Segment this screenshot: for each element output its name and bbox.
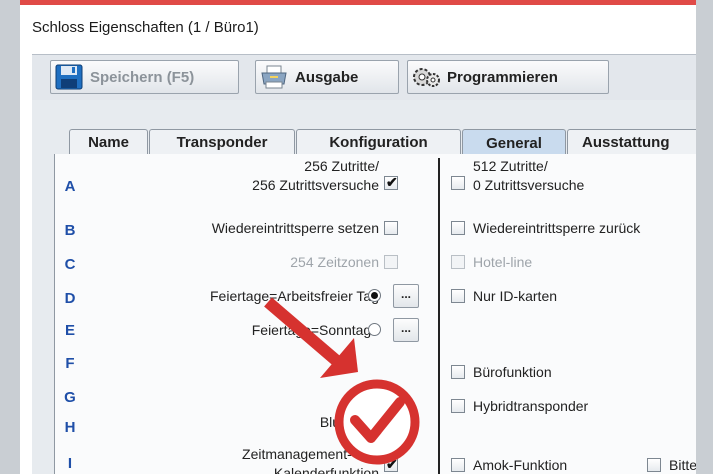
checkbox-512-access[interactable] (451, 176, 465, 190)
checkbox-254-timezones[interactable] (384, 255, 398, 269)
floppy-disk-icon (55, 64, 83, 90)
tab-transponder-label: Transponder (176, 134, 268, 151)
option-holiday-sunday-label: Feiertage=Sonntage (251, 322, 379, 338)
option-reentry-set-label: Wiedereintrittsperre setzen (211, 220, 379, 236)
program-button[interactable]: Programmieren (407, 60, 609, 94)
option-office-function-label: Bürofunktion (473, 364, 552, 380)
row-letter-f: F (65, 355, 75, 372)
checkbox-reentry-set[interactable] (384, 221, 398, 235)
output-button[interactable]: Ausgabe (255, 60, 399, 94)
row-letter-c: C (64, 256, 76, 273)
row-letter-g: G (64, 389, 76, 406)
properties-panel: Name Transponder Konfiguration General A… (32, 100, 696, 474)
checkbox-hybrid-transponder[interactable] (451, 399, 465, 413)
row-letter-i: I (67, 455, 73, 472)
option-256-access-line1: 256 Zutritte/ (304, 158, 379, 174)
tab-name[interactable]: Name (69, 129, 148, 155)
save-button-label: Speichern (F5) (90, 68, 195, 86)
tab-konfiguration-label: Konfiguration (329, 134, 428, 151)
tab-transponder[interactable]: Transponder (149, 129, 295, 155)
checkbox-256-access[interactable]: ✔ (384, 174, 398, 190)
output-button-label: Ausgabe (295, 68, 359, 86)
option-256-access-line2: 256 Zutrittsversuche (252, 177, 379, 193)
option-id-cards-only-label: Nur ID-karten (473, 288, 558, 304)
option-254-timezones-label: 254 Zeitzonen (290, 254, 379, 270)
row-letter-d: D (64, 290, 76, 307)
option-holiday-workfree-label: Feiertage=Arbeitsfreier Tag (210, 288, 379, 304)
radio-selected-dot (371, 292, 378, 299)
row-letter-h: H (64, 419, 76, 436)
checkbox-reentry-reset[interactable] (451, 221, 465, 235)
tab-ausstattung-label: Ausstattung (582, 134, 670, 151)
checkmark-icon: ✔ (386, 413, 398, 429)
checkmark-icon: ✔ (386, 174, 398, 190)
option-time-management-line1: Zeitmanagement- und (242, 446, 379, 462)
tab-name-label: Name (88, 134, 129, 151)
option-hotel-line-label: Hotel-line (473, 254, 533, 270)
option-bitte-label: Bitte (669, 457, 696, 473)
program-button-label: Programmieren (447, 68, 558, 86)
holiday-sunday-more-button[interactable]: ... (393, 318, 419, 342)
checkbox-time-management[interactable]: ✔ (384, 456, 398, 472)
gears-icon (412, 64, 440, 90)
checkbox-amok-function[interactable] (451, 458, 465, 472)
window: Schloss Eigenschaften (1 / Büro1) Speich… (20, 0, 696, 474)
general-tab-content: A B C D E F G H I 256 Zutritte/ 256 Zutr… (54, 154, 696, 474)
option-time-management-line2: Kalenderfunktion (273, 465, 379, 474)
tab-general[interactable]: General (462, 129, 566, 156)
checkbox-hotel-line[interactable] (451, 255, 465, 269)
column-divider (438, 158, 440, 474)
checkbox-id-cards-only[interactable] (451, 289, 465, 303)
row-letter-b: B (64, 222, 76, 239)
checkmark-icon: ✔ (386, 456, 398, 472)
option-512-access-line2: 0 Zutrittsversuche (473, 177, 585, 193)
option-512-access-line1: 512 Zutritte/ (473, 158, 548, 174)
option-bluetooth-label: Bluetooth (319, 414, 379, 430)
option-amok-function-label: Amok-Funktion (473, 457, 568, 473)
checkbox-bluetooth[interactable]: ✔ (384, 413, 398, 429)
row-letter-e: E (64, 322, 75, 339)
toolbar: Speichern (F5) Ausgabe Programmieren (32, 54, 696, 102)
radio-holiday-sunday[interactable] (368, 323, 381, 336)
tab-ausstattung[interactable]: Ausstattung (567, 129, 696, 155)
row-letter-a: A (64, 178, 76, 195)
window-title: Schloss Eigenschaften (1 / Büro1) (32, 19, 259, 36)
option-hybrid-transponder-label: Hybridtransponder (473, 398, 589, 414)
tab-konfiguration[interactable]: Konfiguration (296, 129, 461, 155)
checkbox-office-function[interactable] (451, 365, 465, 379)
radio-holiday-workfree[interactable] (368, 289, 381, 302)
save-button[interactable]: Speichern (F5) (50, 60, 239, 94)
holiday-workfree-more-button[interactable]: ... (393, 284, 419, 308)
option-reentry-reset-label: Wiedereintrittsperre zurück (473, 220, 641, 236)
tab-general-label: General (486, 134, 542, 152)
printer-icon (260, 64, 288, 90)
header-accent (20, 0, 696, 5)
checkbox-bitte[interactable] (647, 458, 661, 472)
